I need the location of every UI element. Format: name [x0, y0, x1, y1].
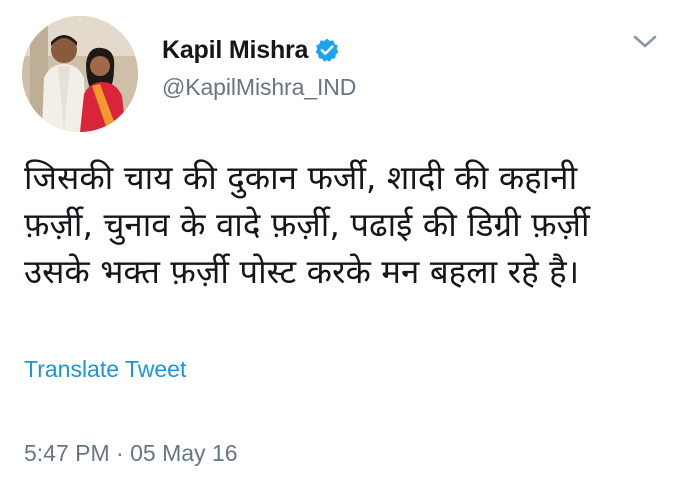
translate-tweet-link[interactable]: Translate Tweet — [24, 356, 186, 383]
avatar[interactable] — [22, 16, 138, 132]
tweet-timestamp[interactable]: 5:47 PM · 05 May 16 — [24, 440, 238, 467]
tweet-text-line: फ़र्ज़ी, चुनाव के वादे फ़र्ज़ी, पढाई की … — [24, 205, 590, 244]
user-info: Kapil Mishra @KapilMishra_IND — [162, 34, 356, 101]
user-handle[interactable]: @KapilMishra_IND — [162, 74, 356, 101]
tweet-text-line: उसके भक्त फ़र्ज़ी पोस्ट करके मन बहला रहे… — [24, 252, 580, 291]
tweet-card: Kapil Mishra @KapilMishra_IND जिसकी चाय … — [0, 0, 680, 493]
tweet-text: जिसकी चाय की दुकान फर्जी, शादी की कहानी … — [24, 154, 664, 295]
avatar-image — [22, 16, 138, 132]
display-name[interactable]: Kapil Mishra — [162, 36, 308, 65]
verified-badge-icon — [314, 37, 340, 63]
tweet-text-line: जिसकी चाय की दुकान फर्जी, शादी की कहानी — [24, 158, 578, 197]
display-name-row: Kapil Mishra — [162, 34, 356, 66]
chevron-down-icon[interactable] — [628, 30, 662, 54]
